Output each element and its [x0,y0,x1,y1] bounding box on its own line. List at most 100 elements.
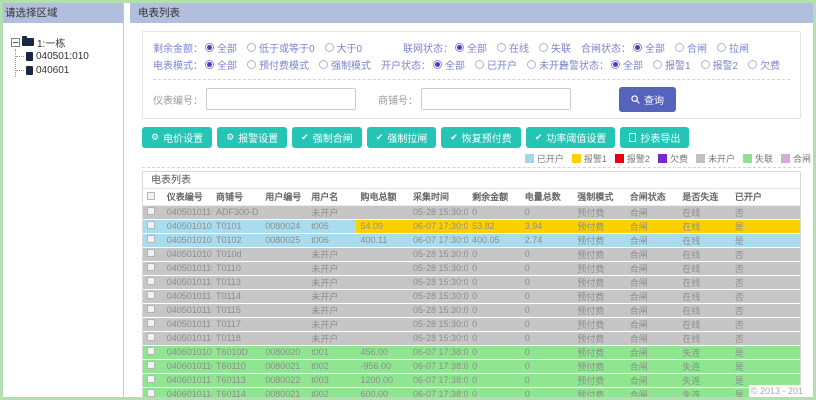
cell-collect-time: 05-28 15:30:00 [409,289,469,304]
radio-option[interactable]: 合闸 [675,40,707,55]
table-row[interactable]: 0405010117 T0117 未开户 05-28 15:30:00 0 0 预付费 合闸在… [143,317,800,332]
table-row[interactable]: 0405010113 T0113 未开户 05-28 15:30:00 0 0 预付费 合闸在… [143,275,800,290]
radio-option[interactable]: 失联 [539,40,571,55]
gear-icon: ⚙ [151,132,160,142]
radio-option[interactable]: 全部 [205,57,237,72]
cell-meter-no: 0405010110 [162,261,212,276]
radio-option[interactable]: 拉闸 [717,40,749,55]
tree-node[interactable]: 040501:010 [16,49,119,63]
cell-collect-time: 06-07 17:30:00 [409,219,469,234]
cell-shop-no: T6010D [211,345,262,360]
radio-option[interactable]: 全部 [611,57,643,72]
table-row[interactable]: 0406010114 T60114 0080021 t002 600.00 06-07 1… [143,387,800,397]
radio-option[interactable]: 全部 [205,40,237,55]
radio-icon [433,60,442,69]
action-toolbar: ⚙ 电价设置 ⚙ 报警设置 ✔ 强制合闸 ✔ 强制拉闸 ✔ 恢复预付费 ✔ 功率阈值设置 抄表导出 [142,127,801,148]
legend-item: 未开户 [695,152,735,165]
radio-option[interactable]: 报警1 [653,57,691,72]
action-button[interactable]: 抄表导出 [620,127,690,148]
action-button[interactable]: ✔ 恢复预付费 [441,127,521,148]
row-checkbox[interactable] [147,319,155,327]
meter-table: 仪表编号 商铺号 用户编号 用户名 购电总额 采集时间 剩余金额 电量总数 强制模式 合闸状态 是否… [143,189,800,397]
radio-option[interactable]: 在线 [497,40,529,55]
tree-node[interactable]: 040601 [16,63,119,77]
cell-balance: 0 [468,247,521,262]
table-row[interactable]: 0405010101 T0101 0080024 t005 54.09 06-07 17:… [143,219,800,234]
row-checkbox[interactable] [147,263,155,271]
radio-icon [205,60,214,69]
row-checkbox[interactable] [147,305,155,313]
action-button-label: 强制拉闸 [387,134,428,145]
col-lost-status: 是否失连 [678,189,731,206]
radio-option[interactable]: 大于0 [324,40,362,55]
radio-option[interactable]: 欠费 [748,57,780,72]
cell-meter-no: 0405010116 [162,205,212,220]
table-row[interactable]: 0405010102 T0102 0080025 t006 400.11 06-07 17… [143,233,800,248]
radio-option[interactable]: 低于或等于0 [247,40,315,55]
meter-no-input[interactable] [206,88,356,110]
table-row[interactable]: 0406010113 T60113 0080022 t003 1200.00 06-07 … [143,373,800,388]
radio-option[interactable]: 已开户 [475,57,517,72]
table-row[interactable]: 0405010110 T0110 未开户 05-28 15:30:00 0 0 预付费 合闸在… [143,261,800,276]
radio-icon [653,60,662,69]
tree-node-root[interactable]: 1:一栋 [11,35,119,50]
col-balance: 剩余金额 [468,189,521,206]
action-button[interactable]: ✔ 强制拉闸 [366,127,437,148]
action-button[interactable]: ⚙ 电价设置 [142,127,213,148]
row-checkbox[interactable] [147,347,155,355]
row-checkbox[interactable] [147,235,155,243]
row-checkbox[interactable] [147,389,155,397]
radio-option-label: 拉闸 [729,44,749,55]
action-button[interactable]: ✔ 强制合闸 [292,127,362,148]
action-button[interactable]: ⚙ 报警设置 [217,127,288,148]
table-row[interactable]: 0406010110 T60110 0080021 t002 -956.00 06-07 … [143,359,800,374]
cell-lost-status: 失连 [678,387,731,397]
radio-icon [247,60,256,69]
radio-icon [675,43,684,52]
cell-force-mode: 预付费 [573,345,626,360]
cell-switch-status: 合闸 [625,247,679,262]
table-row[interactable]: 0405010118 T0118 未开户 05-28 15:30:00 0 0 预付费 合闸在… [143,331,800,346]
row-checkbox[interactable] [147,333,155,341]
row-checkbox[interactable] [147,291,155,299]
cell-collect-time: 06-07 17:38:00 [409,345,469,360]
cell-switch-status: 合闸 [625,205,679,220]
radio-option[interactable]: 全部 [455,40,487,55]
radio-option[interactable]: 报警2 [700,57,738,72]
radio-option[interactable]: 强制模式 [319,57,371,72]
cell-user-name: t003 [307,373,357,388]
table-row[interactable]: 040501010DT010d未开户05-28 15:30:0000预付费合闸在… [143,247,800,262]
row-checkbox[interactable] [147,375,155,383]
select-all-checkbox[interactable] [147,191,155,200]
table-row[interactable]: 0405010114 T0114 未开户 05-28 15:30:00 0 0 预付费 合闸在… [143,289,800,304]
query-button[interactable]: 查询 [619,86,676,112]
cell-purchase-total: -956.00 [356,359,410,374]
row-checkbox[interactable] [147,221,155,229]
shop-no-input[interactable] [421,88,571,110]
radio-option[interactable]: 全部 [433,57,465,72]
col-purchase-total: 购电总额 [356,189,410,206]
action-button-label: 电价设置 [163,134,204,145]
cell-opened: 否 [730,275,800,290]
table-row[interactable]: 0405010115 T0115 未开户 05-28 15:30:00 0 0 预付费 合闸在… [143,303,800,318]
collapse-icon[interactable] [11,37,20,47]
row-checkbox[interactable] [147,361,155,369]
check-icon: ✔ [375,132,384,142]
cell-user-no: 0080021 [261,387,308,397]
cell-balance: 0 [468,205,521,220]
cell-balance: 0 [468,261,521,276]
filter-label: 开户状态： [381,61,431,72]
radio-option-label: 低于或等于0 [259,44,315,55]
cell-purchase-total [356,289,410,304]
row-checkbox[interactable] [147,207,155,215]
row-checkbox[interactable] [147,277,155,285]
radio-option[interactable]: 预付费模式 [247,57,309,72]
radio-option[interactable]: 全部 [633,40,665,55]
table-row[interactable]: 040601010DT6010D0080020t001456.0006-07 1… [143,345,800,360]
row-checkbox[interactable] [147,249,155,257]
cell-checkbox [143,317,163,332]
action-button[interactable]: ✔ 功率阈值设置 [525,127,616,148]
table-row[interactable]: 0405010116 ADF300-D 3 未开户 05-28 15:30:00 0 0 预… [143,205,800,220]
cell-user-no: 0080022 [261,373,308,388]
sidebar-header: 请选择区域 [3,3,123,23]
